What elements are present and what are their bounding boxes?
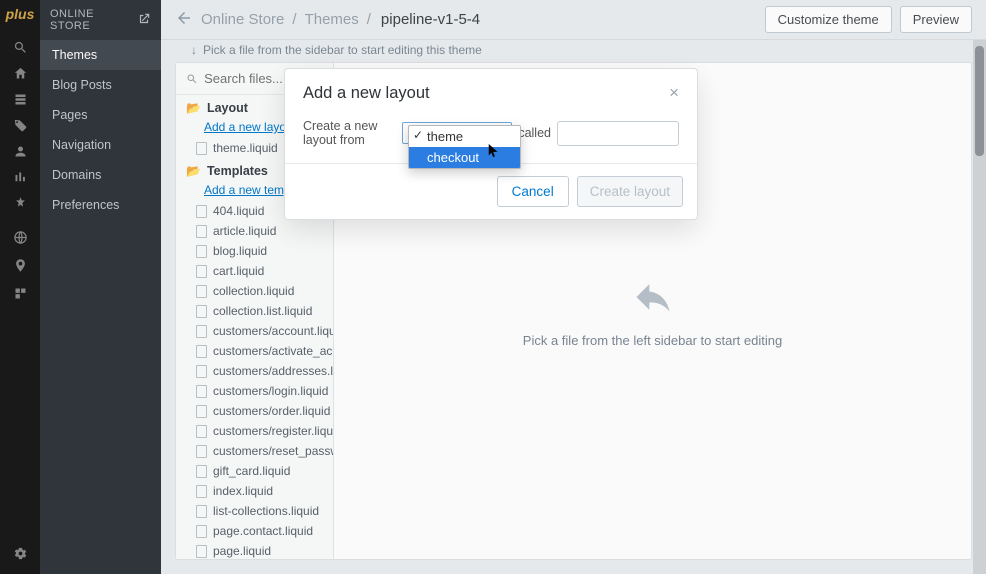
- dropdown-option-theme[interactable]: theme: [409, 126, 520, 147]
- cancel-button[interactable]: Cancel: [497, 176, 569, 207]
- modal-title: Add a new layout: [303, 84, 430, 103]
- close-icon[interactable]: ×: [669, 83, 679, 103]
- modal-text-after: called: [518, 126, 551, 140]
- modal-text-before: Create a new layout from: [303, 119, 396, 147]
- dropdown-option-checkout[interactable]: checkout: [409, 147, 520, 168]
- layout-source-dropdown: themecheckout: [408, 125, 521, 169]
- create-layout-button[interactable]: Create layout: [577, 176, 683, 207]
- layout-name-input[interactable]: [557, 121, 679, 146]
